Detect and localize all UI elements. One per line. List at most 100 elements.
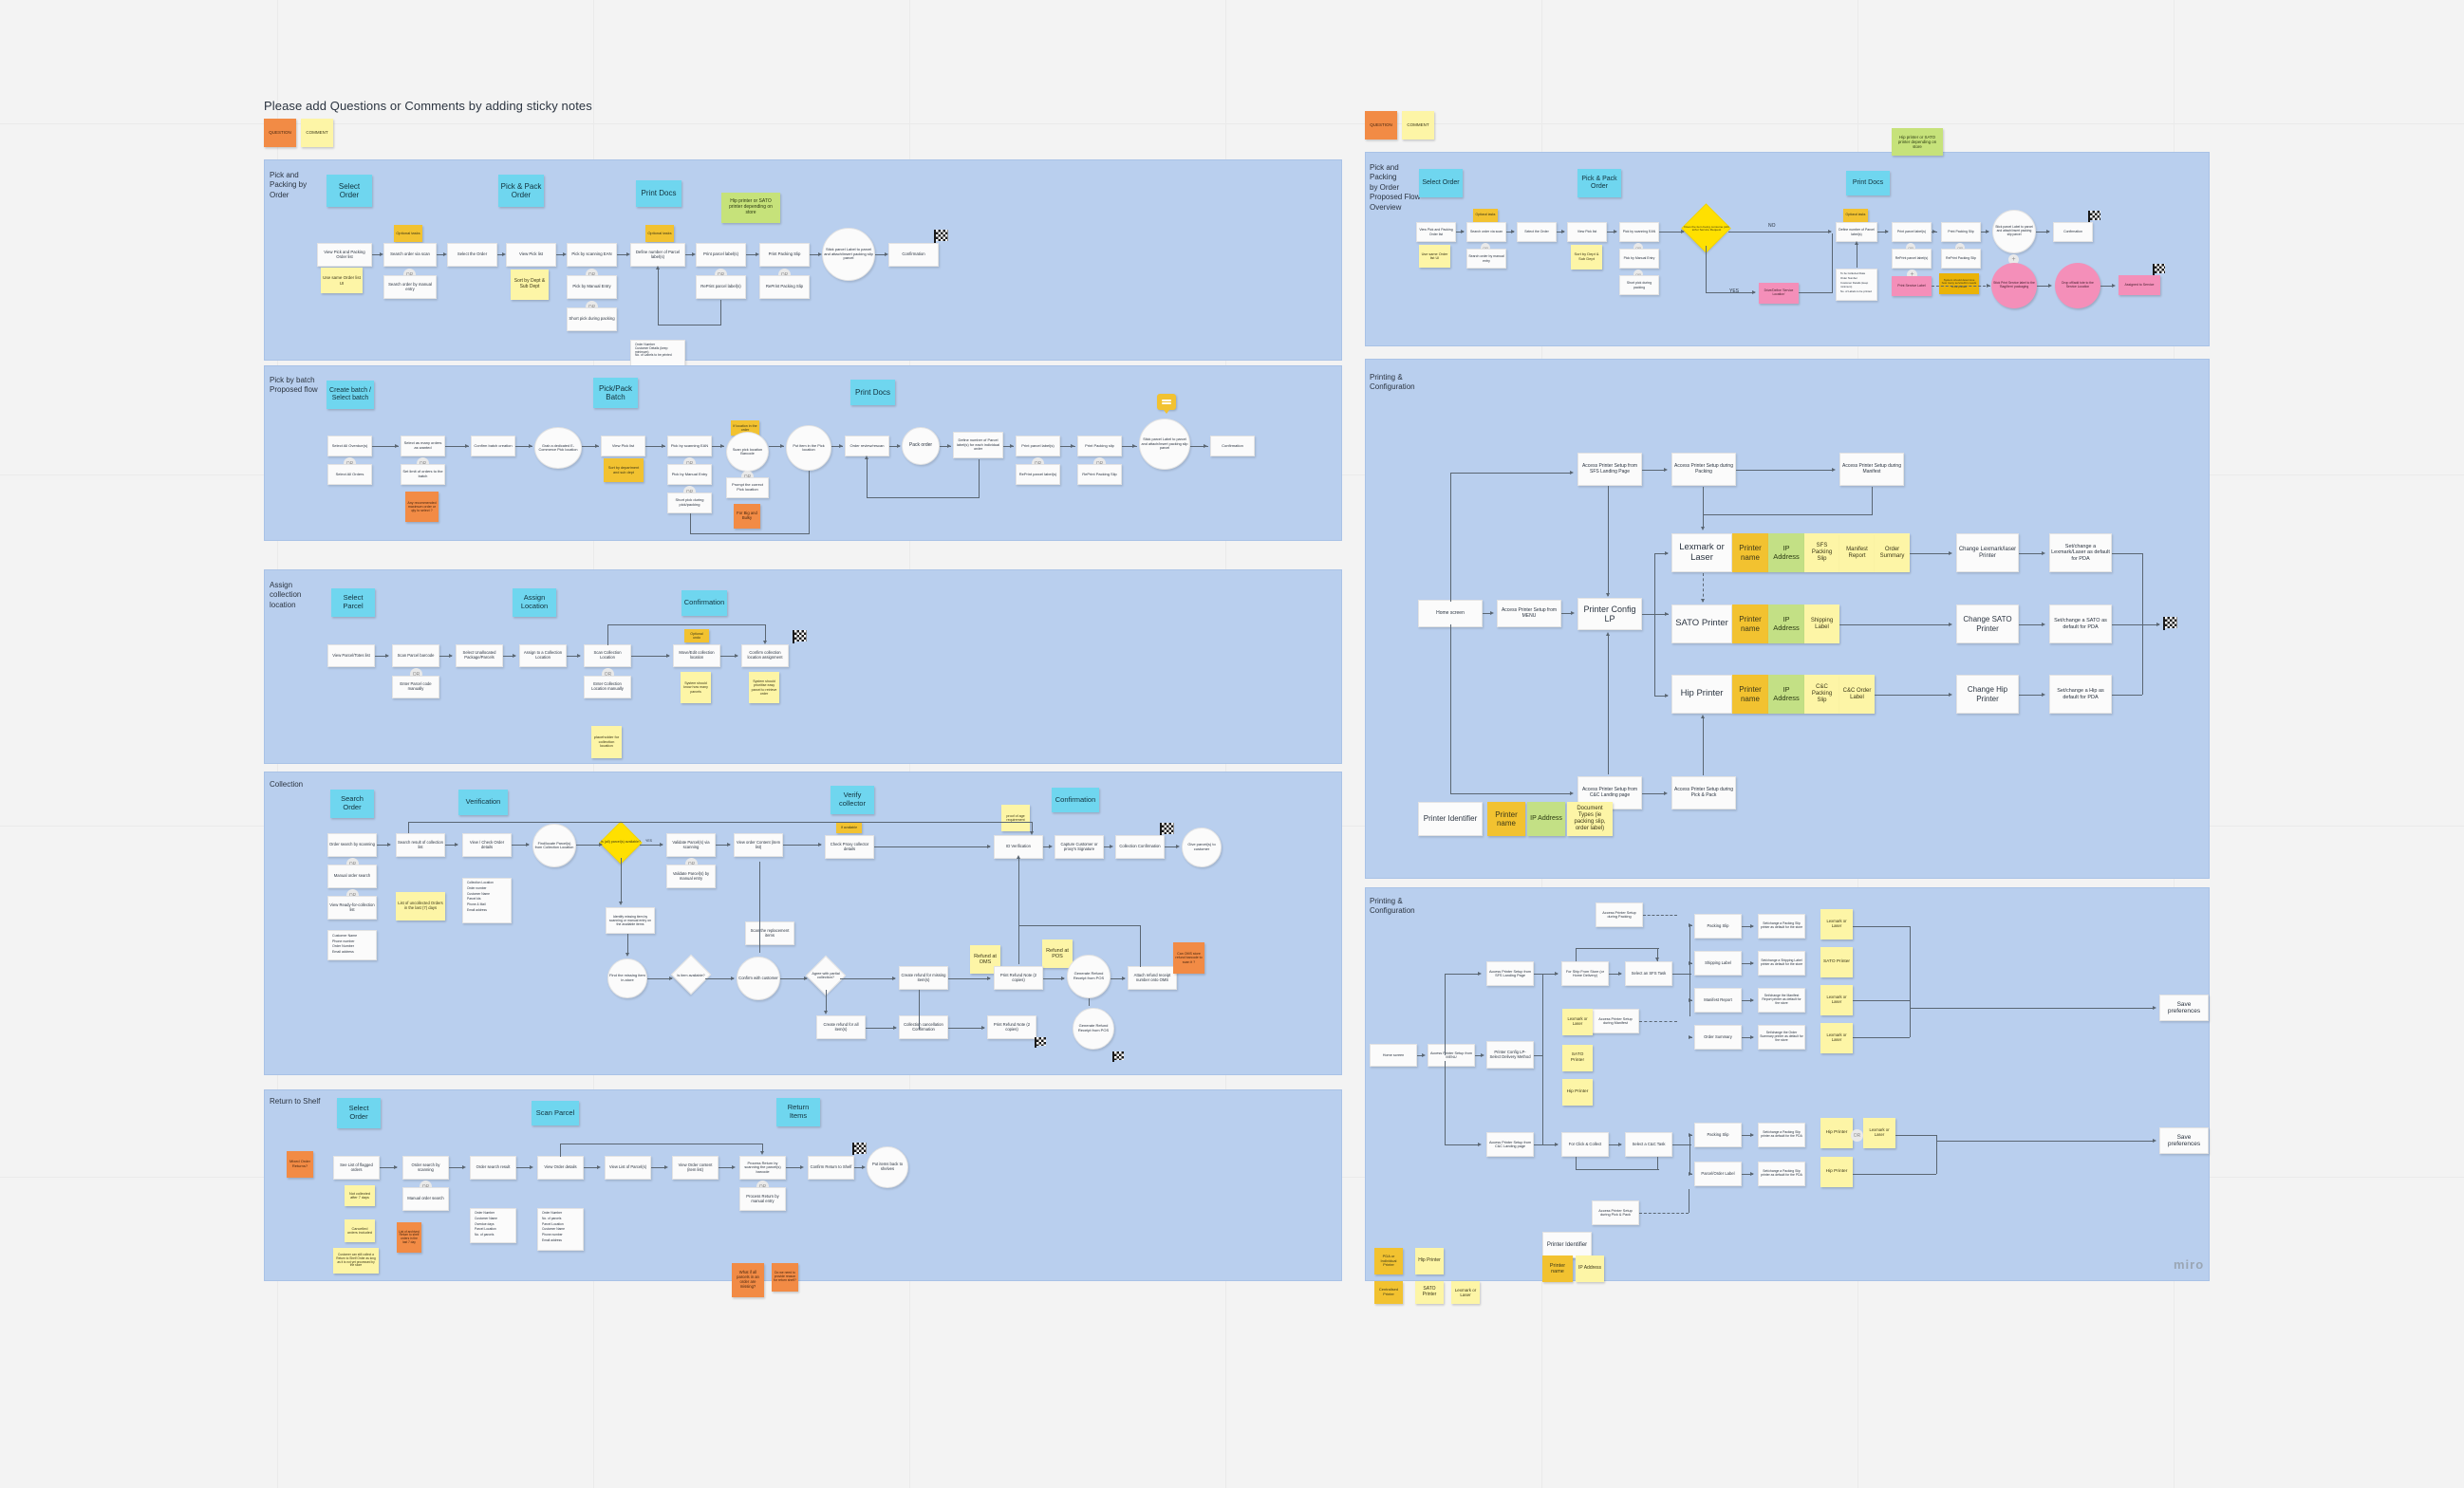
node-validate-parcels-via-scanning[interactable]: Validate Parcel(s) via scanning [666,833,716,857]
legend-printer-name-2[interactable]: Printer name [1542,1256,1573,1282]
node-print-parcel-labels[interactable]: Print parcel label(s) [696,243,746,267]
header-pick-pack-order-overview[interactable]: Pick & Pack Order [1577,169,1621,197]
note-optional-tasks-overview-1[interactable]: Optional tasks [1473,209,1498,222]
node-put-item-in-pick-location[interactable]: Put item in the Pick location [786,425,831,471]
header-search-order[interactable]: Search Order [330,790,374,818]
node-reprint-packing-slip-overview[interactable]: RePrint Packing Slip [1941,249,1981,269]
header-select-order-overview[interactable]: Select Order [1419,169,1463,197]
header-print-docs[interactable]: Print Docs [636,180,681,207]
sticky-printer-name-hip[interactable]: Printer name [1732,675,1768,714]
sticky-lexmark-or-laser-2[interactable]: Lexmark or Laser [1820,985,1853,1015]
note-recommended-maximum[interactable]: Any recommended maximum order or qty to … [405,492,439,522]
sticky-sfs-packing-slip[interactable]: SFS Packing Slip [1804,533,1839,572]
sticky-ip-address-hip[interactable]: IP Address [1768,675,1804,714]
legend-centralised-printer[interactable]: Centralised Printer [1374,1281,1403,1304]
sticky-note-question-2[interactable]: QUESTION [1365,111,1397,140]
node-reprint-parcel-labels[interactable]: RePrint parcel label(s) [696,275,746,299]
node-for-ship-from-store[interactable]: For Ship From Store (or Home Delivery) [1561,961,1609,986]
node-drop-off-tote-service-location[interactable]: Drop off/add tote to the Service Locatio… [2055,263,2100,308]
node-move-edit-collection-location[interactable]: Move/Edit collection location [673,644,720,667]
node-for-click-and-collect[interactable]: For Click & Collect [1561,1132,1609,1157]
frame-collection[interactable] [264,772,1342,1075]
node-collected-data-list-overview[interactable]: To be Collected Data Order Number Custom… [1836,269,1877,301]
node-manifest-report-sfs[interactable]: Manifest Report [1694,988,1742,1013]
comment-icon[interactable] [1157,394,1176,414]
node-pick-by-manual-entry-batch[interactable]: Pick by Manual Entry [667,464,712,485]
header-print-docs-overview[interactable]: Print Docs [1846,171,1890,195]
note-sort-by-department[interactable]: Sort by department and sub dept [604,458,644,482]
node-select-the-order-overview[interactable]: Select the Order [1517,222,1557,242]
node-parcel-order-label-cc[interactable]: Parcel/Order Label [1694,1162,1742,1186]
note-what-if-all-parcels-missing[interactable]: What if all parcels in an order are miss… [732,1263,764,1297]
node-printer-config-lp-select-delivery[interactable]: Printer Config LP- Select Delivery Metho… [1486,1041,1534,1069]
node-access-printer-setup-pick-pack[interactable]: Access Printer Setup during Pick & Pack [1671,776,1736,809]
header-select-parcel[interactable]: Select Parcel [331,588,375,617]
node-home-screen[interactable]: Home screen [1418,600,1483,627]
header-confirmation-assign[interactable]: Confirmation [681,590,727,616]
node-access-printer-setup-from-menu[interactable]: Access Printer Setup from MENU [1497,600,1561,627]
node-view-parcel-totes-list[interactable]: View Parcel/Totes list [327,644,375,667]
node-process-return-by-scanning[interactable]: Process Return by scanning the parcel(s)… [739,1156,786,1180]
frame-printing-configuration-2[interactable] [1365,887,2210,1281]
node-view-pick-packing-order-list[interactable]: View Pick and Packing Order list [317,243,372,267]
node-stick-service-label-packaging[interactable]: Stick Print Service label to the 'Bag/It… [1991,263,2037,308]
note-can-oms-store-refund-barcode[interactable]: Can OMS store refund barcode to scan it … [1173,942,1204,974]
legend-sato-printer-2[interactable]: SATO Printer [1415,1281,1444,1304]
node-stick-parcel-label[interactable]: Stick parcel Label to parcel and attach/… [822,228,875,281]
sticky-note-comment[interactable]: COMMENT [301,119,333,147]
node-manual-order-search-return[interactable]: Manual order search [402,1187,449,1211]
node-print-refund-note-2[interactable]: Print Refund Note (2 copies) [987,1015,1036,1039]
note-use-same-order-list-ui-overview[interactable]: Use same Order list UI [1419,245,1450,268]
sticky-shipping-label[interactable]: Shipping Label [1804,604,1839,643]
node-generate-refund-receipt-pos-2[interactable]: Generate Refund Receipt from POS [1073,1008,1114,1050]
miro-board-canvas[interactable]: Please add Questions or Comments by addi… [0,0,2464,1488]
node-shipping-label-sfs[interactable]: Shipping Label [1694,951,1742,976]
node-search-order-via-scan[interactable]: Search order via scan [383,243,437,267]
sticky-order-summary[interactable]: Order Summary [1875,533,1910,572]
legend-printer-identifier-2[interactable]: Printer Identifier [1542,1232,1592,1258]
node-select-unallocated-packages[interactable]: Select Unallocated Package/Parcels [456,644,503,667]
sticky-note-comment-2[interactable]: COMMENT [1402,111,1434,140]
sticky-ip-address-lexmark[interactable]: IP Address [1768,533,1804,572]
node-order-detail-fields[interactable]: Collection Location Order number Custome… [462,878,512,923]
legend-ip-address-2[interactable]: IP Address [1576,1256,1604,1282]
sticky-sato-printer-1[interactable]: SATO Printer [1820,947,1853,977]
node-set-change-lexmark-default-pda[interactable]: Set/change a Lexmark/Laser as default fo… [2049,533,2112,572]
node-stick-parcel-label-batch[interactable]: Stick parcel Label to parcel and attach/… [1139,418,1190,470]
header-refund-at-pos[interactable]: Refund at POS [1042,939,1073,968]
header-select-order-return[interactable]: Select Order [337,1098,381,1128]
note-proof-of-age[interactable]: proof of age requirement [1001,805,1030,831]
node-attach-refund-receipt-oms[interactable]: Attach refund receipt number onto OMS [1128,966,1177,990]
note-do-we-need-reason[interactable]: Do we need to provide reason for return … [772,1263,798,1292]
node-pack-order[interactable]: Pack order [902,427,940,465]
sticky-hip-printer-cc-2[interactable]: Hip Printer [1820,1157,1853,1187]
sticky-hip-printer-cc-1[interactable]: Hip Printer [1820,1118,1853,1148]
node-pick-by-scanning-ean-overview[interactable]: Pick by scanning EAN [1619,222,1659,242]
legend-hip-printer-2[interactable]: Hip Printer [1415,1248,1444,1274]
note-use-same-order-list-ui[interactable]: Use same Order list UI [321,268,363,293]
node-confirmation[interactable]: Confirmation [888,243,939,267]
node-view-order-content-return[interactable]: View Order content (item list) [672,1156,719,1180]
node-access-printer-setup-sfs-landing-2[interactable]: Access Printer Setup from SFS Landing Pa… [1486,961,1534,986]
note-list-archived-returns[interactable]: List of archived Return to shelf orders … [397,1222,421,1253]
header-print-docs-batch[interactable]: Print Docs [850,380,895,405]
node-prompt-correct-pick-location[interactable]: Prompt the correct Pick location [726,477,769,498]
sticky-manifest-report[interactable]: Manifest Report [1839,533,1875,572]
sticky-note-question[interactable]: QUESTION [264,119,296,147]
node-access-printer-setup-during-manifest[interactable]: Access Printer Setup during Manifest [1839,453,1904,486]
node-scan-replacement-items[interactable]: Scan the replacement items [745,921,794,945]
legend-lexmark-or-laser-2[interactable]: Lexmark or Laser [1451,1281,1480,1304]
node-print-service-label[interactable]: Print Service Label [1892,276,1932,296]
sticky-printer-name-sato[interactable]: Printer name [1732,604,1768,643]
note-cancelled-orders-included[interactable]: Cancelled orders included [345,1219,375,1242]
node-search-fields[interactable]: Customer Name Phone number Order Number … [327,930,377,960]
node-generate-refund-receipt-pos[interactable]: Generate Refund Receipt from POS [1067,955,1111,998]
note-system-prioritise-parcel[interactable]: System should prioritise easy parcel to … [749,672,779,703]
node-sato-printer[interactable]: SATO Printer [1671,604,1732,643]
header-create-batch[interactable]: Create batch / Select batch [327,381,374,409]
sticky-cc-packing-slip[interactable]: C&C Packing Slip [1804,675,1839,714]
node-set-change-sato-default-pda[interactable]: Set/change a SATO as default for PDA [2049,604,2112,643]
sticky-lexmark-or-laser-legend-1[interactable]: Lexmark or Laser [1562,1009,1593,1035]
node-pick-by-manual-entry[interactable]: Pick by Manual Entry [567,275,617,299]
node-order-review-rescan[interactable]: Order review/rescan [845,436,889,456]
